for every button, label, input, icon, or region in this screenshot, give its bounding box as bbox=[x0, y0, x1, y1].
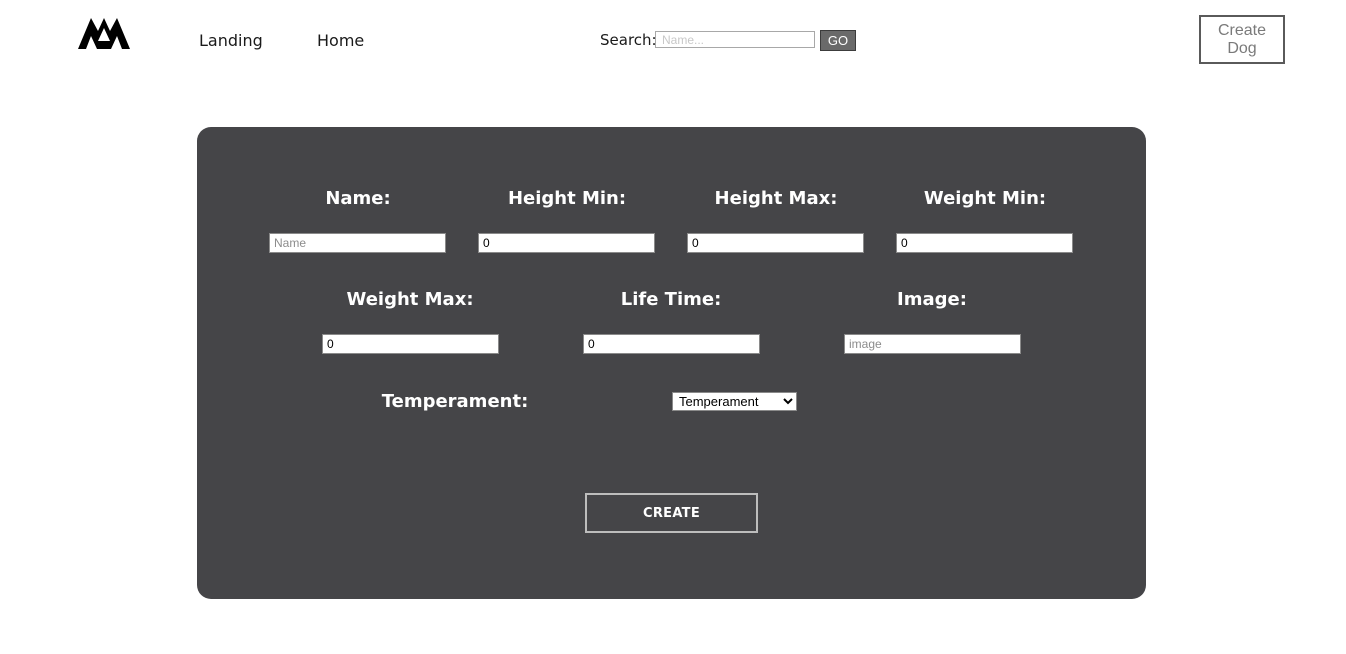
temperament-label: Temperament: bbox=[381, 391, 529, 412]
search-input[interactable] bbox=[655, 31, 815, 48]
temperament-select[interactable]: Temperament bbox=[672, 392, 797, 411]
logo-icon[interactable] bbox=[78, 16, 130, 50]
weight-min-input[interactable] bbox=[896, 233, 1073, 253]
create-dog-form: Name: Height Min: Height Max: Weight Min… bbox=[197, 127, 1146, 599]
nav-landing-link[interactable]: Landing bbox=[199, 31, 263, 50]
image-input[interactable] bbox=[844, 334, 1021, 354]
name-label: Name: bbox=[325, 188, 391, 209]
image-label: Image: bbox=[897, 289, 967, 310]
search-label: Search: bbox=[600, 31, 657, 49]
height-min-label: Height Min: bbox=[507, 188, 627, 209]
weight-min-label: Weight Min: bbox=[923, 188, 1047, 209]
weight-max-label: Weight Max: bbox=[346, 289, 474, 310]
weight-max-input[interactable] bbox=[322, 334, 499, 354]
nav-home-link[interactable]: Home bbox=[317, 31, 364, 50]
life-time-input[interactable] bbox=[583, 334, 760, 354]
height-max-label: Height Max: bbox=[714, 188, 838, 209]
height-max-input[interactable] bbox=[687, 233, 864, 253]
height-min-input[interactable] bbox=[478, 233, 655, 253]
search-go-button[interactable]: GO bbox=[820, 30, 856, 51]
create-dog-button[interactable]: Create Dog bbox=[1199, 15, 1285, 64]
create-button[interactable]: CREATE bbox=[585, 493, 758, 533]
name-input[interactable] bbox=[269, 233, 446, 253]
life-time-label: Life Time: bbox=[620, 289, 722, 310]
